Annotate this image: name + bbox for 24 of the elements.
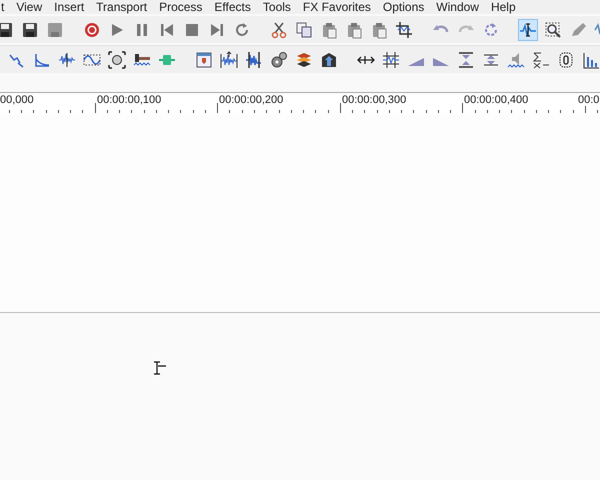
menu-item[interactable]: Tools — [262, 0, 291, 14]
waveform-icon[interactable] — [218, 49, 238, 71]
menu-item[interactable]: Options — [382, 0, 424, 14]
menu-item[interactable]: t — [1, 0, 4, 14]
text-cursor-icon — [153, 361, 167, 375]
menu-item[interactable]: Effects — [214, 0, 251, 14]
edit-tool-icon[interactable] — [518, 19, 538, 41]
menu-item[interactable]: Process — [159, 0, 202, 14]
crop-icon[interactable] — [394, 19, 414, 41]
menu-item[interactable]: FX Favorites — [302, 0, 371, 14]
time-label: 00,000 — [0, 94, 34, 106]
menu-item[interactable]: Window — [436, 0, 479, 14]
menu-item[interactable]: Help — [490, 0, 516, 14]
time-label: 00:00:00,100 — [97, 94, 162, 106]
normalize-icon[interactable] — [106, 49, 126, 71]
time-label: 00:0 — [578, 94, 600, 106]
time-label: 00:00:00,200 — [219, 94, 284, 106]
time-label: 00:00:00,400 — [464, 94, 528, 106]
time-label: 00:00:00,300 — [342, 94, 406, 106]
menu-item[interactable]: Insert — [54, 0, 84, 14]
menu-item[interactable]: View — [16, 0, 42, 14]
menu-item[interactable]: Transport — [96, 0, 148, 14]
waveform-icon[interactable] — [244, 49, 264, 71]
trim-icon[interactable] — [380, 49, 400, 71]
